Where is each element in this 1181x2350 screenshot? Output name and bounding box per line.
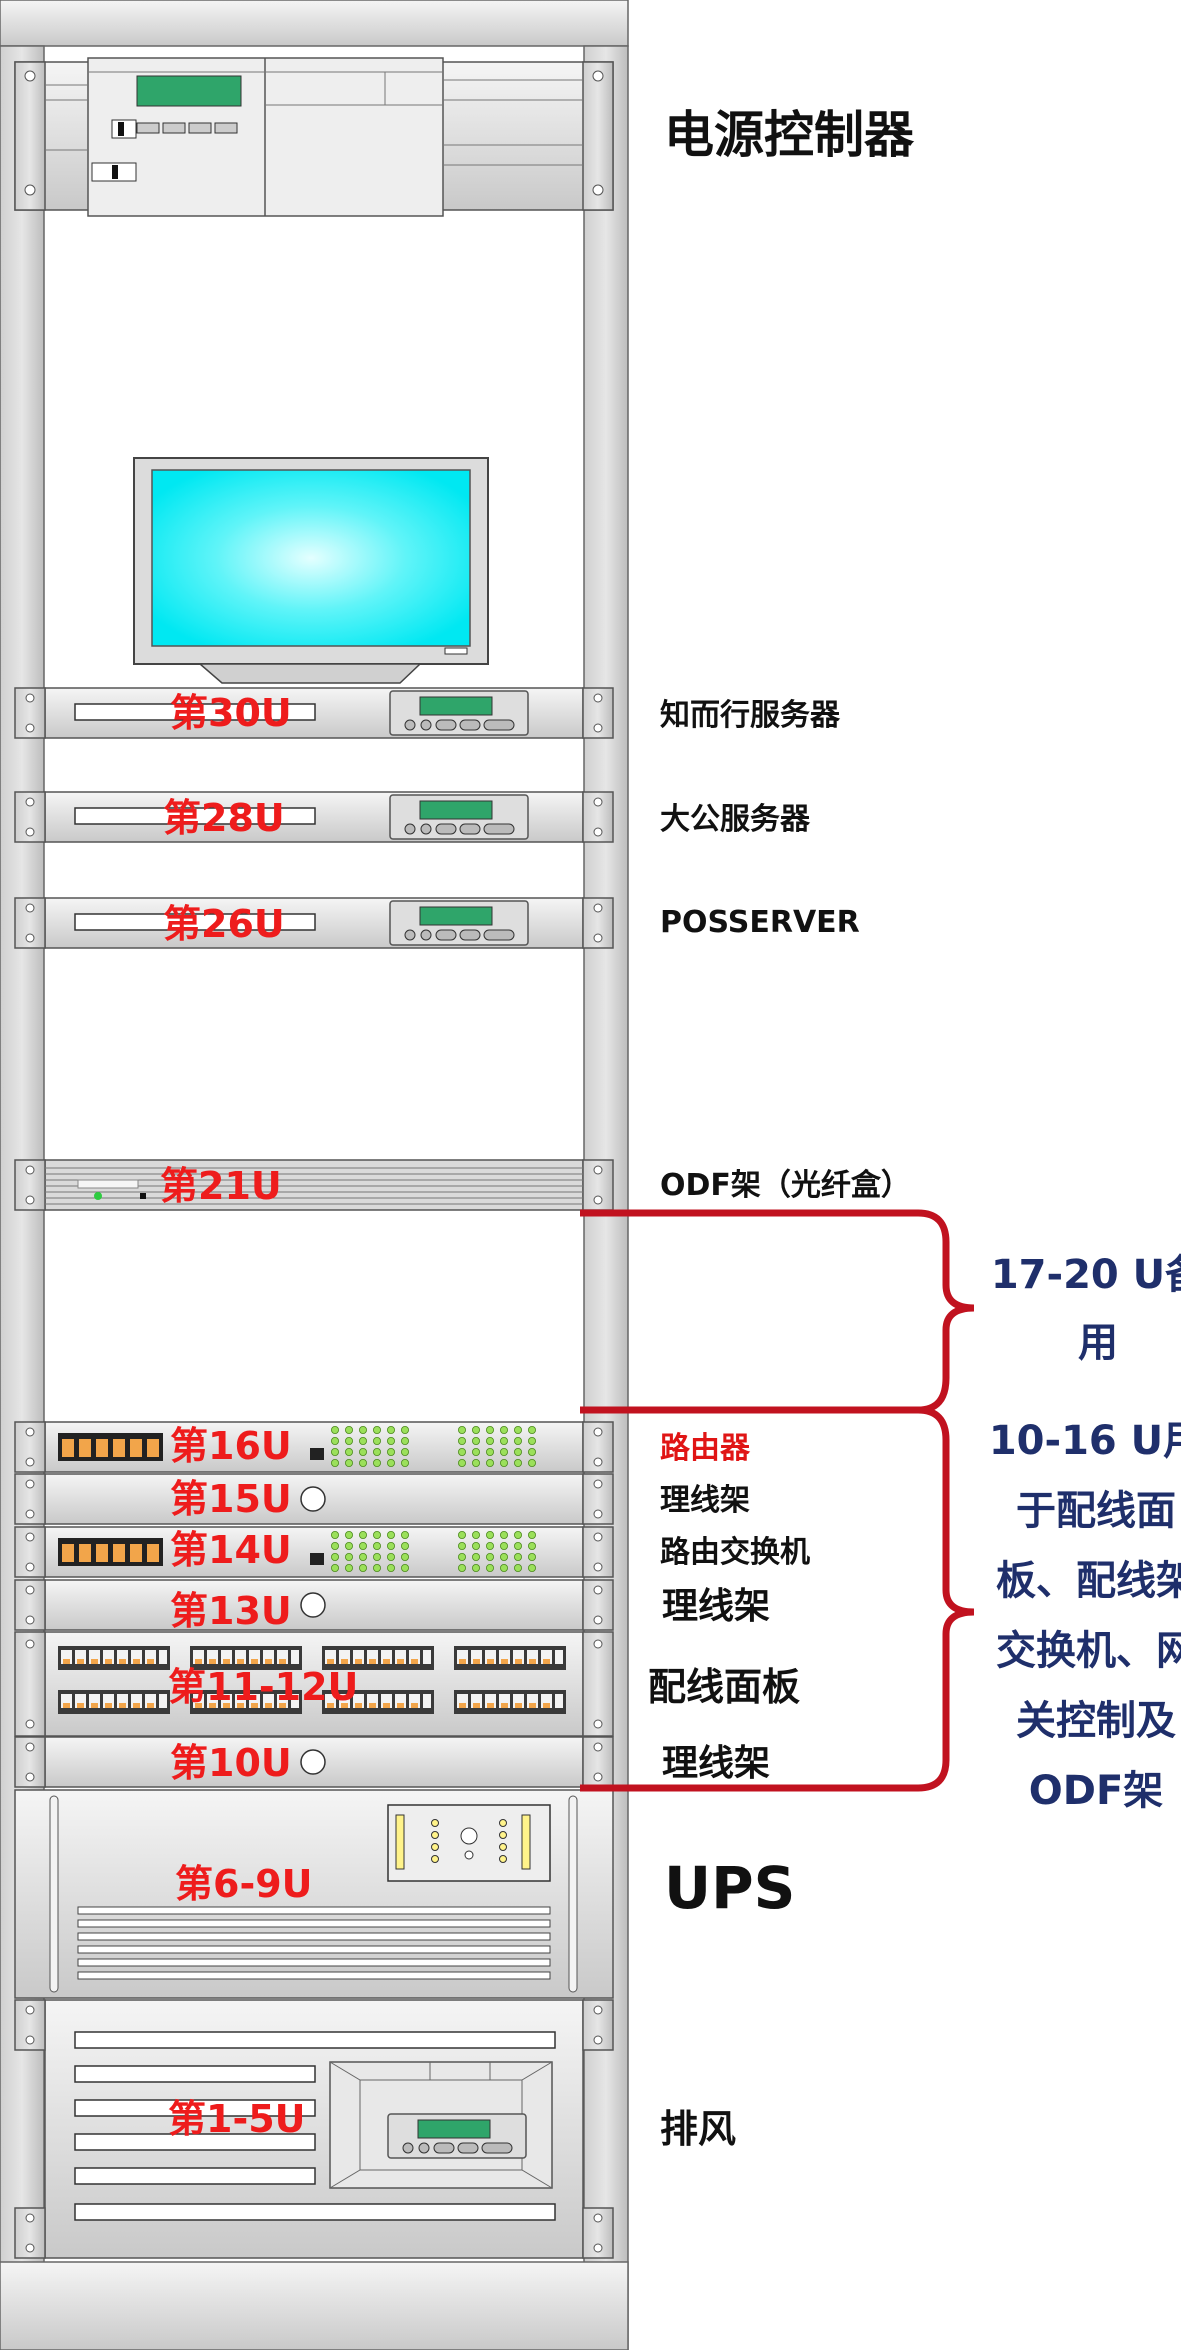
- odf-device: [14, 1159, 614, 1211]
- device-label-ups: UPS: [664, 1854, 795, 1922]
- device-label-u15: 理线架: [660, 1483, 750, 1518]
- unit-label-u26: 第26U: [163, 902, 285, 946]
- cable-manager-u15: [15, 1474, 613, 1524]
- unit-label-u11-12: 第11-12U: [168, 1665, 358, 1709]
- device-label-u14: 路由交换机: [660, 1535, 810, 1570]
- wiring-note-line1: 10-16 U用: [989, 1418, 1181, 1464]
- device-label-u11-12: 配线面板: [648, 1665, 800, 1709]
- monitor-icon: [133, 457, 489, 684]
- bracket-u10-16: [580, 1406, 975, 1792]
- unit-label-u15: 第15U: [170, 1477, 292, 1521]
- reserve-note-line2: 用: [1078, 1320, 1118, 1366]
- device-label-u30: 知而行服务器: [660, 698, 841, 733]
- unit-label-u30: 第30U: [170, 691, 292, 735]
- unit-label-u6-9: 第6-9U: [175, 1862, 313, 1906]
- wiring-note-line2: 于配线面: [1016, 1488, 1176, 1534]
- cable-manager-u10: [15, 1737, 613, 1787]
- server-u30: [15, 688, 613, 738]
- device-label-u13: 理线架: [662, 1586, 770, 1627]
- wiring-note-line6: ODF架: [1029, 1768, 1164, 1814]
- router-u16: [15, 1422, 613, 1472]
- switch-u14: [15, 1527, 613, 1577]
- wiring-note: 10-16 U用 于配线面 板、配线架 交换机、网 关控制及 ODF架: [989, 1418, 1181, 1814]
- unit-label-u14: 第14U: [170, 1528, 292, 1572]
- unit-label-u13: 第13U: [170, 1589, 292, 1633]
- unit-label-u10: 第10U: [170, 1741, 292, 1785]
- device-label-u10: 理线架: [662, 1743, 770, 1784]
- unit-label-u21: 第21U: [160, 1164, 282, 1208]
- device-label-u28: 大公服务器: [660, 802, 811, 837]
- cable-manager-u13: [15, 1580, 613, 1630]
- reserve-note-line1: 17-20 U备: [991, 1252, 1181, 1298]
- ups-device: [14, 1789, 614, 1999]
- exhaust-fan-device: [14, 1999, 614, 2259]
- unit-label-u28: 第28U: [163, 796, 285, 840]
- rack-diagram: 电源控制器 第30U 知而行服务器 第28U 大公服务器 第26U POSSER…: [0, 0, 1181, 2350]
- device-label-exhaust: 排风: [660, 2107, 736, 2151]
- unit-label-u1-5: 第1-5U: [168, 2097, 306, 2141]
- reserve-note: 17-20 U备 用: [991, 1252, 1181, 1366]
- wiring-note-line3: 板、配线架: [996, 1558, 1181, 1604]
- power-controller-device: [14, 57, 614, 217]
- server-u26: [15, 898, 613, 948]
- wiring-note-line4: 交换机、网: [996, 1628, 1181, 1674]
- device-label-u21: ODF架（光纤盒）: [660, 1168, 911, 1203]
- device-label-u16: 路由器: [660, 1431, 751, 1466]
- unit-label-u16: 第16U: [170, 1424, 292, 1468]
- bracket-u17-20: [580, 1209, 975, 1414]
- device-label-u26: POSSERVER: [660, 905, 860, 940]
- wiring-note-line5: 关控制及: [1016, 1698, 1176, 1744]
- server-u28: [15, 792, 613, 842]
- power-controller-label: 电源控制器: [664, 106, 915, 164]
